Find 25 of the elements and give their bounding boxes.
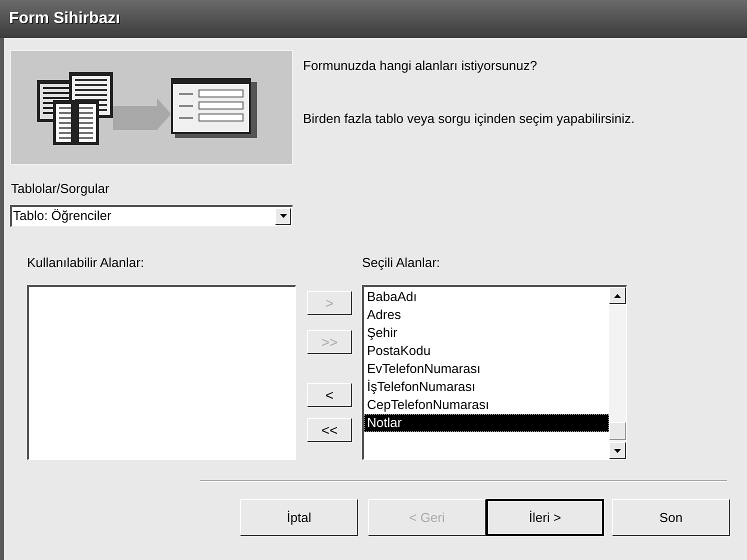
wizard-button[interactable]: İptal	[240, 499, 358, 536]
field-list-item[interactable]: Adres	[364, 306, 609, 324]
scrollbar[interactable]	[609, 287, 626, 459]
available-fields-list[interactable]	[27, 285, 296, 460]
move-field-button[interactable]: <<	[307, 418, 352, 442]
field-list-item[interactable]: İşTelefonNumarası	[364, 378, 609, 396]
field-list-item[interactable]: EvTelefonNumarası	[364, 360, 609, 378]
field-list-item[interactable]: BabaAdı	[364, 288, 609, 306]
instruction-text: Birden fazla tablo veya sorgu içinden seçim yapabilirsiniz.	[303, 110, 635, 128]
scroll-thumb[interactable]	[609, 422, 626, 440]
move-field-button[interactable]: <	[307, 382, 352, 406]
selected-fields-label: Seçili Alanlar:	[362, 254, 440, 272]
source-label: Tablolar/Sorgular	[11, 180, 110, 198]
instruction-text: Formunuzda hangi alanları istiyorsunuz?	[303, 57, 538, 75]
scroll-down-icon[interactable]	[609, 442, 626, 459]
field-list-item[interactable]: PostaKodu	[364, 342, 609, 360]
field-list-item[interactable]: Notlar	[364, 414, 609, 432]
window-title: Form Sihirbazı	[9, 9, 120, 29]
wizard-button[interactable]: İleri >	[486, 499, 604, 536]
available-fields-label: Kullanılabilir Alanlar:	[27, 254, 144, 272]
source-dropdown[interactable]: Tablo: Öğrenciler	[10, 204, 293, 226]
scroll-up-icon[interactable]	[609, 287, 626, 304]
field-list-item[interactable]: CepTelefonNumarası	[364, 396, 609, 414]
field-list-item[interactable]: Şehir	[364, 324, 609, 342]
wizard-button[interactable]: Son	[612, 499, 730, 536]
